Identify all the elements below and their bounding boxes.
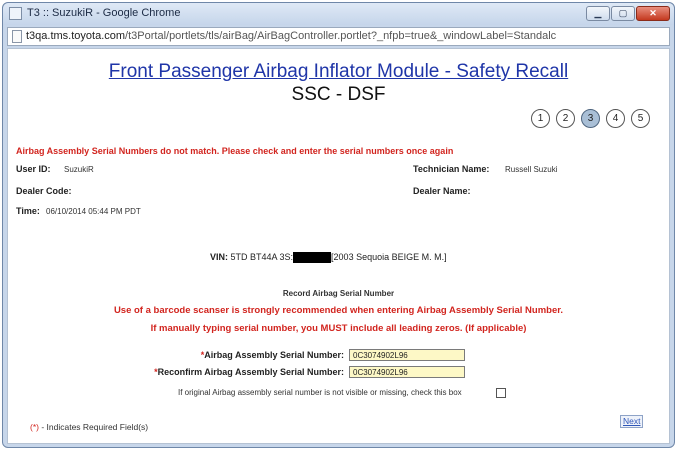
barcode-warning: Use of a barcode scanser is strongly rec… [113,305,564,316]
leading-zeros-warning: If manually typing serial number, you MU… [150,323,527,334]
reconfirm-serial-label-text: Reconfirm Airbag Assembly Serial Number: [157,367,344,377]
vin-prefix: 5TD BT44A 3S: [230,252,294,262]
serial-number-label-text: Airbag Assembly Serial Number: [204,350,344,360]
footnote-mark: (*) [30,422,39,432]
missing-serial-note: If original Airbag assembly serial numbe… [178,388,462,397]
time-value: 06/10/2014 05:44 PM PDT [46,207,141,216]
minimize-button[interactable]: ▁ [586,6,610,21]
required-fields-note: (*) - Indicates Required Field(s) [30,422,148,432]
page-icon [12,30,22,43]
maximize-button[interactable]: ▢ [611,6,635,21]
page-subtitle: SSC - DSF [291,84,386,105]
close-button[interactable]: ✕ [636,6,670,21]
time-label: Time: [16,206,40,216]
error-message: Airbag Assembly Serial Numbers do not ma… [16,146,454,156]
user-id-value: SuzukiR [64,165,94,174]
technician-label: Technician Name: [413,164,490,174]
user-id-label: User ID: [16,164,51,174]
next-button[interactable]: Next [620,415,644,428]
address-bar[interactable]: t3qa.tms.toyota.com/t3Portal/portlets/tl… [7,27,670,46]
serial-number-label: *Airbag Assembly Serial Number: [108,350,344,360]
step-1: 1 [531,109,550,128]
technician-value: Russell Suzuki [505,165,558,174]
url-host: t3qa.tms.toyota.com [26,30,126,42]
page-title: Front Passenger Airbag Inflator Module -… [108,61,569,82]
url-text[interactable]: t3qa.tms.toyota.com/t3Portal/portlets/tl… [26,30,666,42]
vin-line: VIN: 5TD BT44A 3S: [2003 Sequoia BEIGE M.… [210,252,447,264]
vin-label: VIN: [210,252,228,262]
step-4: 4 [606,109,625,128]
vin-vehicle-info: [2003 Sequoia BEIGE M. M.] [331,252,447,262]
dealer-name-label: Dealer Name: [413,186,471,196]
step-2: 2 [556,109,575,128]
footnote-text: - Indicates Required Field(s) [38,422,149,432]
missing-serial-checkbox[interactable] [496,388,506,398]
vin-redaction [293,252,332,264]
url-path: /t3Portal/portlets/tls/airBag/AirBagCont… [125,30,557,42]
record-heading: Record Airbag Serial Number [282,289,395,298]
page-content: Front Passenger Airbag Inflator Module -… [7,48,670,444]
window-title: T3 :: SuzukiR - Google Chrome [27,7,181,19]
serial-number-input[interactable] [349,349,465,361]
dealer-code-label: Dealer Code: [16,186,72,196]
title-bar: T3 :: SuzukiR - Google Chrome ▁ ▢ ✕ [3,3,674,25]
browser-window: T3 :: SuzukiR - Google Chrome ▁ ▢ ✕ t3qa… [2,2,675,448]
reconfirm-serial-label: *Reconfirm Airbag Assembly Serial Number… [68,367,344,377]
step-3: 3 [581,109,600,128]
chrome-app-icon [9,7,22,20]
step-5: 5 [631,109,650,128]
reconfirm-serial-input[interactable] [349,366,465,378]
